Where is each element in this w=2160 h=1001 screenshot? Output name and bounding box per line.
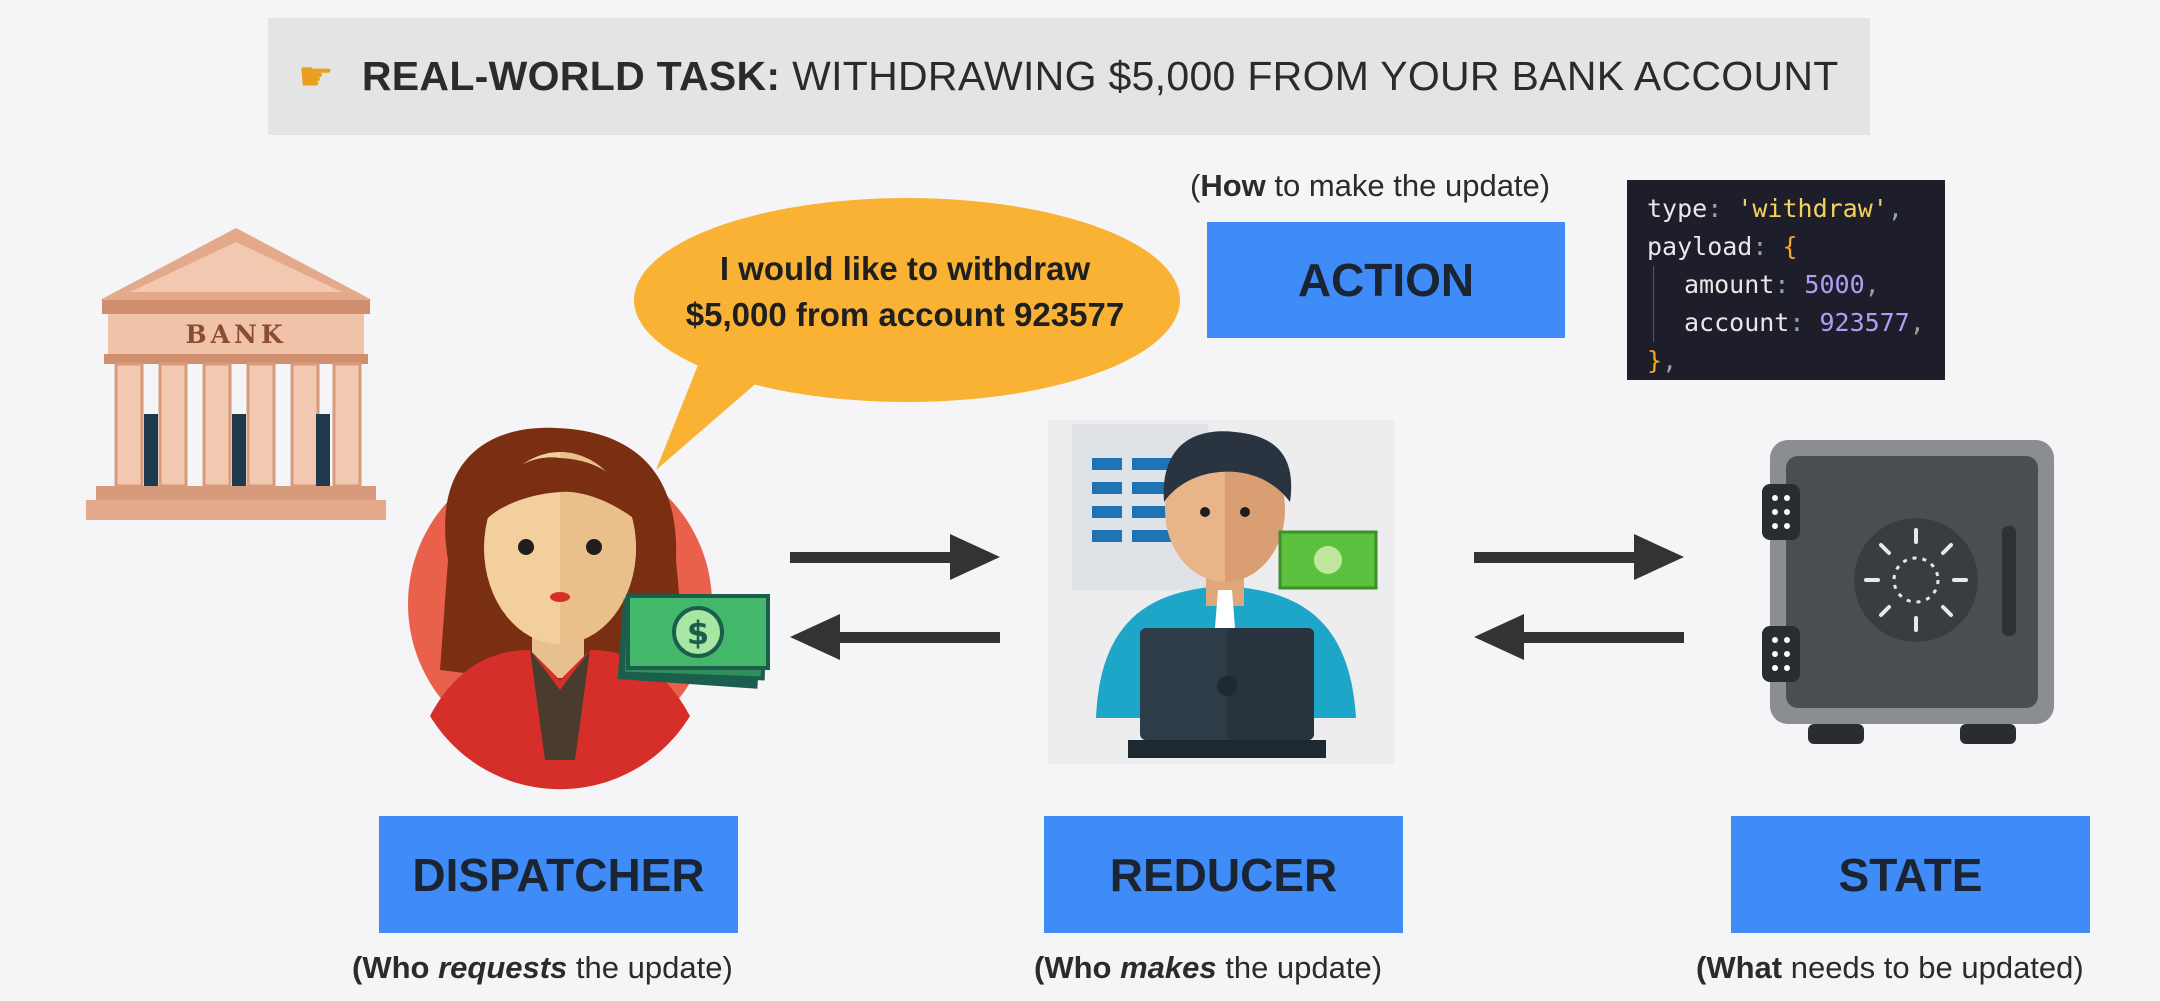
- money-stack-icon: $: [617, 594, 770, 689]
- state-caption-rest: needs to be updated): [1782, 950, 2084, 985]
- arrow-right-1: [790, 534, 1000, 580]
- code-amount-key: amount: [1684, 270, 1775, 299]
- reducer-label: REDUCER: [1044, 816, 1403, 933]
- reducer-caption: (Who makes the update): [1034, 950, 1382, 986]
- dispatcher-caption-rest: the update): [567, 950, 733, 985]
- svg-text:$: $: [687, 614, 709, 652]
- state-caption-bold: What: [1706, 950, 1783, 985]
- action-label: ACTION: [1207, 222, 1565, 338]
- dispatcher-caption-open: (Who: [352, 950, 439, 985]
- arrow-left-2: [1474, 614, 1684, 660]
- action-caption-rest: to make the update): [1265, 168, 1551, 203]
- code-line-close: },: [1647, 346, 1678, 375]
- bank-sign: BANK: [185, 320, 286, 349]
- reducer-man-icon: [1048, 420, 1394, 764]
- action-caption-open: (: [1190, 168, 1201, 203]
- code-account-value: 923577: [1819, 308, 1910, 337]
- code-amount-value: 5000: [1804, 270, 1865, 299]
- action-caption: (How to make the update): [1190, 168, 1550, 204]
- code-line-amount: amount: 5000,: [1653, 266, 1945, 304]
- state-caption-open: (: [1696, 950, 1707, 985]
- action-code-block: type: 'withdraw', payload: { amount: 500…: [1627, 180, 1945, 380]
- code-account-key: account: [1684, 308, 1790, 337]
- code-type-key: type: [1647, 194, 1708, 223]
- safe-icon: [1762, 440, 2054, 744]
- speech-line-1: I would like to withdraw: [719, 250, 1091, 287]
- state-caption: (What needs to be updated): [1696, 950, 2084, 986]
- action-caption-bold: How: [1200, 168, 1266, 203]
- state-label: STATE: [1731, 816, 2090, 933]
- code-line-payload: payload: {: [1647, 232, 1798, 261]
- reducer-caption-em: makes: [1120, 950, 1217, 985]
- speech-line-2: $5,000 from account 923577: [685, 296, 1125, 333]
- code-line-type: type: 'withdraw',: [1647, 194, 1903, 223]
- dispatcher-caption-em: requests: [438, 950, 568, 985]
- dispatcher-caption: (Who requests the update): [352, 950, 733, 986]
- reducer-caption-rest: the update): [1216, 950, 1383, 985]
- code-type-value: 'withdraw': [1737, 194, 1888, 223]
- bank-icon: BANK: [86, 228, 386, 520]
- reducer-caption-open: (Who: [1034, 950, 1121, 985]
- arrow-left-1: [790, 614, 1000, 660]
- code-payload-key: payload: [1647, 232, 1753, 261]
- code-line-account: account: 923577,: [1653, 304, 1945, 342]
- speech-bubble-text: I would like to withdraw $5,000 from acc…: [640, 246, 1170, 338]
- dispatcher-label: DISPATCHER: [379, 816, 738, 933]
- arrow-right-2: [1474, 534, 1684, 580]
